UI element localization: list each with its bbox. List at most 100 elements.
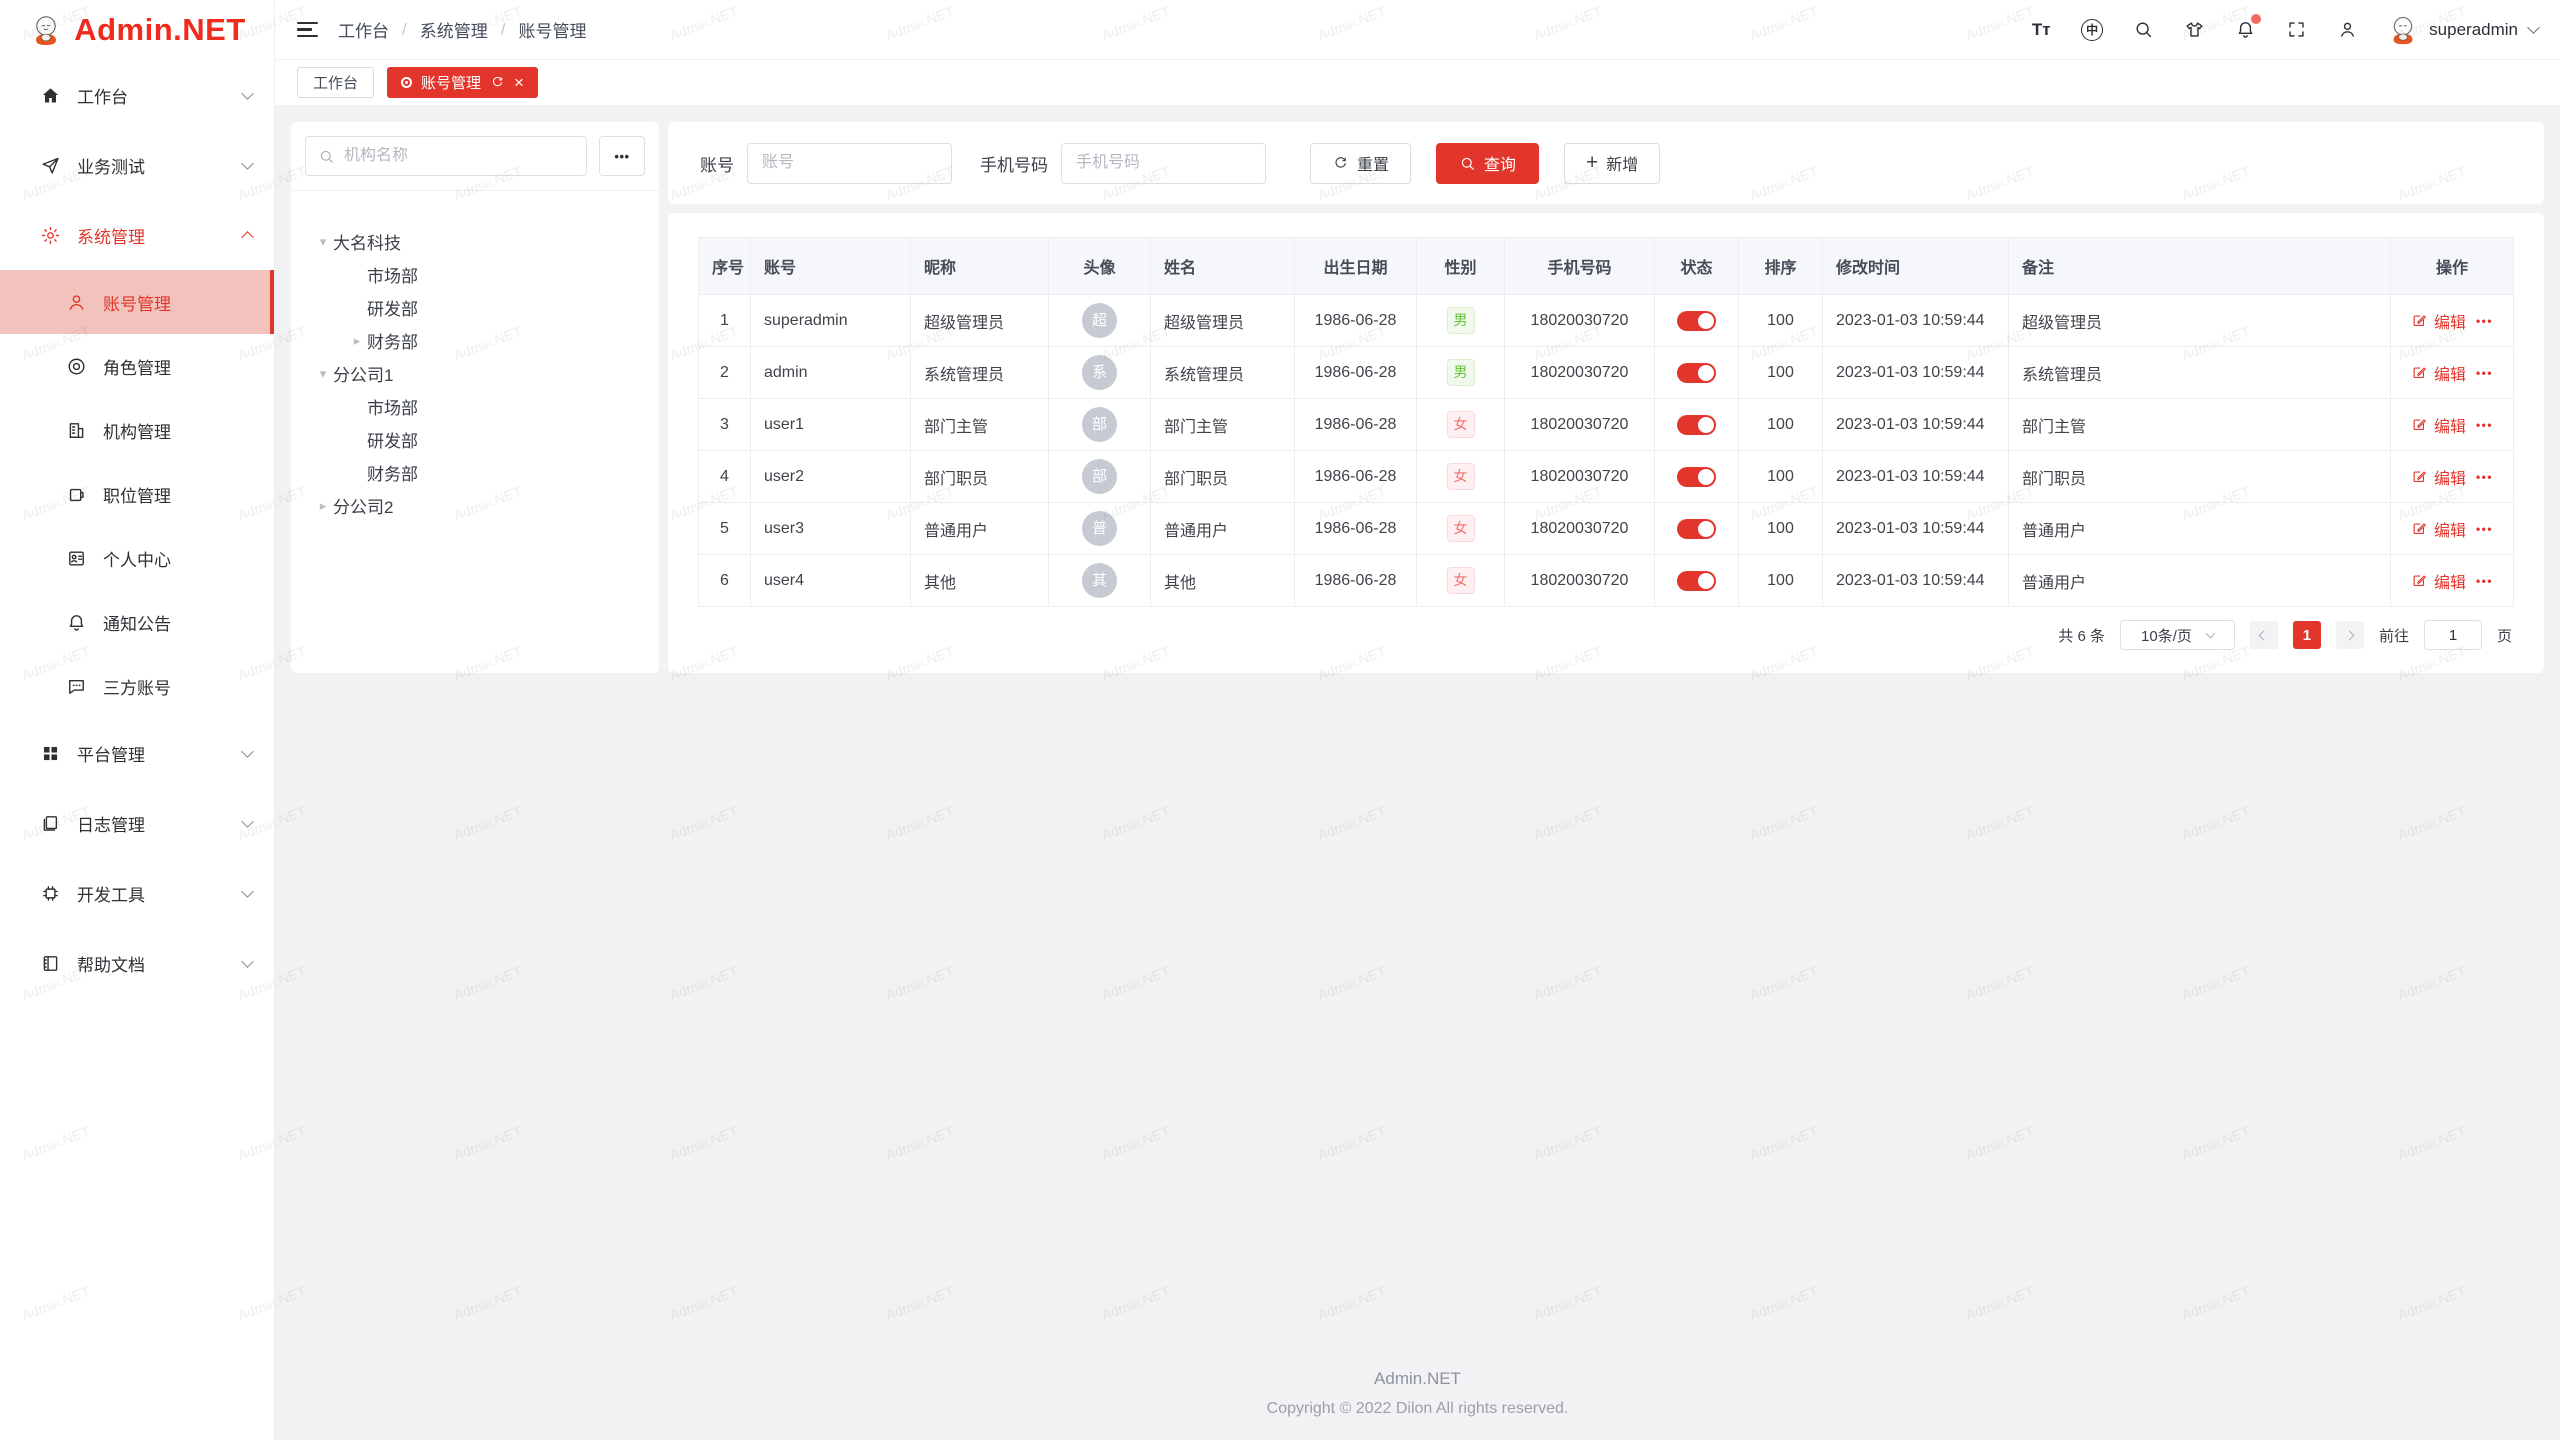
tree-node-4[interactable]: ▾分公司1 bbox=[305, 357, 645, 390]
edit-button[interactable]: 编辑 bbox=[2411, 361, 2466, 385]
refresh-icon[interactable] bbox=[490, 75, 505, 90]
tree-caret-icon[interactable]: ▸ bbox=[347, 333, 367, 349]
nickname-cell: 其他 bbox=[911, 555, 1049, 607]
sidebar-item-0[interactable]: 工作台 bbox=[0, 60, 274, 130]
sidebar-item-7[interactable]: 个人中心 bbox=[0, 526, 274, 590]
chat-icon bbox=[64, 674, 88, 698]
row-more-button[interactable]: ••• bbox=[2476, 314, 2493, 328]
logo[interactable]: Admin.NET bbox=[0, 0, 274, 60]
tree-caret-icon[interactable]: ▸ bbox=[313, 498, 333, 514]
breadcrumb-item[interactable]: 账号管理 bbox=[518, 17, 586, 42]
tree-node-0[interactable]: ▾大名科技 bbox=[305, 225, 645, 258]
sidebar: Admin.NET 工作台业务测试系统管理账号管理角色管理机构管理职位管理个人中… bbox=[0, 0, 275, 1440]
theme-icon[interactable] bbox=[2182, 18, 2206, 42]
status-toggle[interactable] bbox=[1677, 519, 1716, 539]
query-button[interactable]: 查询 bbox=[1436, 143, 1539, 184]
row-more-button[interactable]: ••• bbox=[2476, 574, 2493, 588]
menu-collapse-icon[interactable] bbox=[297, 22, 318, 38]
index-cell: 3 bbox=[699, 399, 751, 451]
tree-node-3[interactable]: ▸财务部 bbox=[305, 324, 645, 357]
notification-icon[interactable] bbox=[2233, 18, 2257, 42]
font-size-icon[interactable]: Tт bbox=[2029, 18, 2053, 42]
add-button[interactable]: + 新增 bbox=[1564, 143, 1660, 184]
sidebar-item-1[interactable]: 业务测试 bbox=[0, 130, 274, 200]
sidebar-item-13[interactable]: 帮助文档 bbox=[0, 928, 274, 998]
avatar: 部 bbox=[1082, 407, 1117, 442]
sidebar-item-10[interactable]: 平台管理 bbox=[0, 718, 274, 788]
sidebar-item-11[interactable]: 日志管理 bbox=[0, 788, 274, 858]
edit-icon bbox=[2411, 416, 2428, 433]
edit-button[interactable]: 编辑 bbox=[2411, 413, 2466, 437]
remark-cell: 超级管理员 bbox=[2009, 295, 2391, 347]
tree-node-2[interactable]: 研发部 bbox=[305, 291, 645, 324]
tab-workbench[interactable]: 工作台 bbox=[297, 67, 374, 98]
remark-cell: 部门职员 bbox=[2009, 451, 2391, 503]
sidebar-item-8[interactable]: 通知公告 bbox=[0, 590, 274, 654]
remark-cell: 普通用户 bbox=[2009, 555, 2391, 607]
breadcrumb-item[interactable]: 工作台 bbox=[338, 17, 389, 42]
status-toggle[interactable] bbox=[1677, 311, 1716, 331]
account-input[interactable] bbox=[747, 143, 952, 184]
tree-node-7[interactable]: 财务部 bbox=[305, 456, 645, 489]
tree-node-label: 大名科技 bbox=[333, 229, 401, 254]
edit-button[interactable]: 编辑 bbox=[2411, 465, 2466, 489]
index-cell: 6 bbox=[699, 555, 751, 607]
footer-title: Admin.NET bbox=[291, 1369, 2544, 1389]
gender-badge: 男 bbox=[1447, 359, 1475, 386]
tree-more-button[interactable]: ••• bbox=[599, 136, 645, 176]
edit-icon bbox=[2411, 572, 2428, 589]
sidebar-item-5[interactable]: 机构管理 bbox=[0, 398, 274, 462]
row-more-button[interactable]: ••• bbox=[2476, 418, 2493, 432]
sidebar-item-3[interactable]: 账号管理 bbox=[0, 270, 274, 334]
status-toggle[interactable] bbox=[1677, 415, 1716, 435]
row-more-button[interactable]: ••• bbox=[2476, 470, 2493, 484]
prev-page-button[interactable] bbox=[2250, 621, 2278, 649]
tree-node-8[interactable]: ▸分公司2 bbox=[305, 489, 645, 522]
avatar-cell: 普 bbox=[1049, 503, 1151, 555]
edit-button[interactable]: 编辑 bbox=[2411, 517, 2466, 541]
user-menu[interactable]: superadmin bbox=[2386, 13, 2538, 47]
reset-button[interactable]: 重置 bbox=[1310, 143, 1411, 184]
tree-node-5[interactable]: 市场部 bbox=[305, 390, 645, 423]
org-search-input[interactable] bbox=[344, 147, 574, 165]
sidebar-item-4[interactable]: 角色管理 bbox=[0, 334, 274, 398]
tab-label: 账号管理 bbox=[421, 72, 481, 93]
page-number-button[interactable]: 1 bbox=[2293, 621, 2321, 649]
goto-page-input[interactable] bbox=[2424, 620, 2482, 650]
tree-node-1[interactable]: 市场部 bbox=[305, 258, 645, 291]
account-cell: user1 bbox=[751, 399, 911, 451]
sidebar-item-9[interactable]: 三方账号 bbox=[0, 654, 274, 718]
edit-button[interactable]: 编辑 bbox=[2411, 309, 2466, 333]
tree-caret-icon[interactable]: ▾ bbox=[313, 366, 333, 382]
column-header-name: 姓名 bbox=[1151, 238, 1295, 295]
row-more-button[interactable]: ••• bbox=[2476, 522, 2493, 536]
edit-button[interactable]: 编辑 bbox=[2411, 569, 2466, 593]
column-header-phone: 手机号码 bbox=[1505, 238, 1655, 295]
sidebar-item-2[interactable]: 系统管理 bbox=[0, 200, 274, 270]
tree-node-label: 分公司1 bbox=[333, 361, 393, 386]
language-icon[interactable]: 中 bbox=[2080, 18, 2104, 42]
status-toggle[interactable] bbox=[1677, 467, 1716, 487]
tree-caret-icon[interactable]: ▾ bbox=[313, 234, 333, 250]
row-more-button[interactable]: ••• bbox=[2476, 366, 2493, 380]
close-icon[interactable]: × bbox=[514, 74, 524, 91]
tree-node-6[interactable]: 研发部 bbox=[305, 423, 645, 456]
breadcrumb-item[interactable]: 系统管理 bbox=[420, 17, 488, 42]
page-size-select[interactable]: 10条/页 bbox=[2120, 620, 2235, 650]
column-header-modified: 修改时间 bbox=[1823, 238, 2009, 295]
search-icon[interactable] bbox=[2131, 18, 2155, 42]
phone-input[interactable] bbox=[1061, 143, 1266, 184]
status-toggle[interactable] bbox=[1677, 571, 1716, 591]
tree-node-label: 财务部 bbox=[367, 460, 418, 485]
status-toggle[interactable] bbox=[1677, 363, 1716, 383]
sidebar-item-6[interactable]: 职位管理 bbox=[0, 462, 274, 526]
profile-link-icon[interactable] bbox=[2335, 18, 2359, 42]
app-window: Admin.NET 工作台业务测试系统管理账号管理角色管理机构管理职位管理个人中… bbox=[0, 0, 2560, 1440]
next-page-button[interactable] bbox=[2336, 621, 2364, 649]
fullscreen-icon[interactable] bbox=[2284, 18, 2308, 42]
sidebar-item-12[interactable]: 开发工具 bbox=[0, 858, 274, 928]
status-cell bbox=[1655, 399, 1739, 451]
avatar: 超 bbox=[1082, 303, 1117, 338]
status-cell bbox=[1655, 503, 1739, 555]
tab-account-management[interactable]: 账号管理 × bbox=[387, 67, 538, 98]
